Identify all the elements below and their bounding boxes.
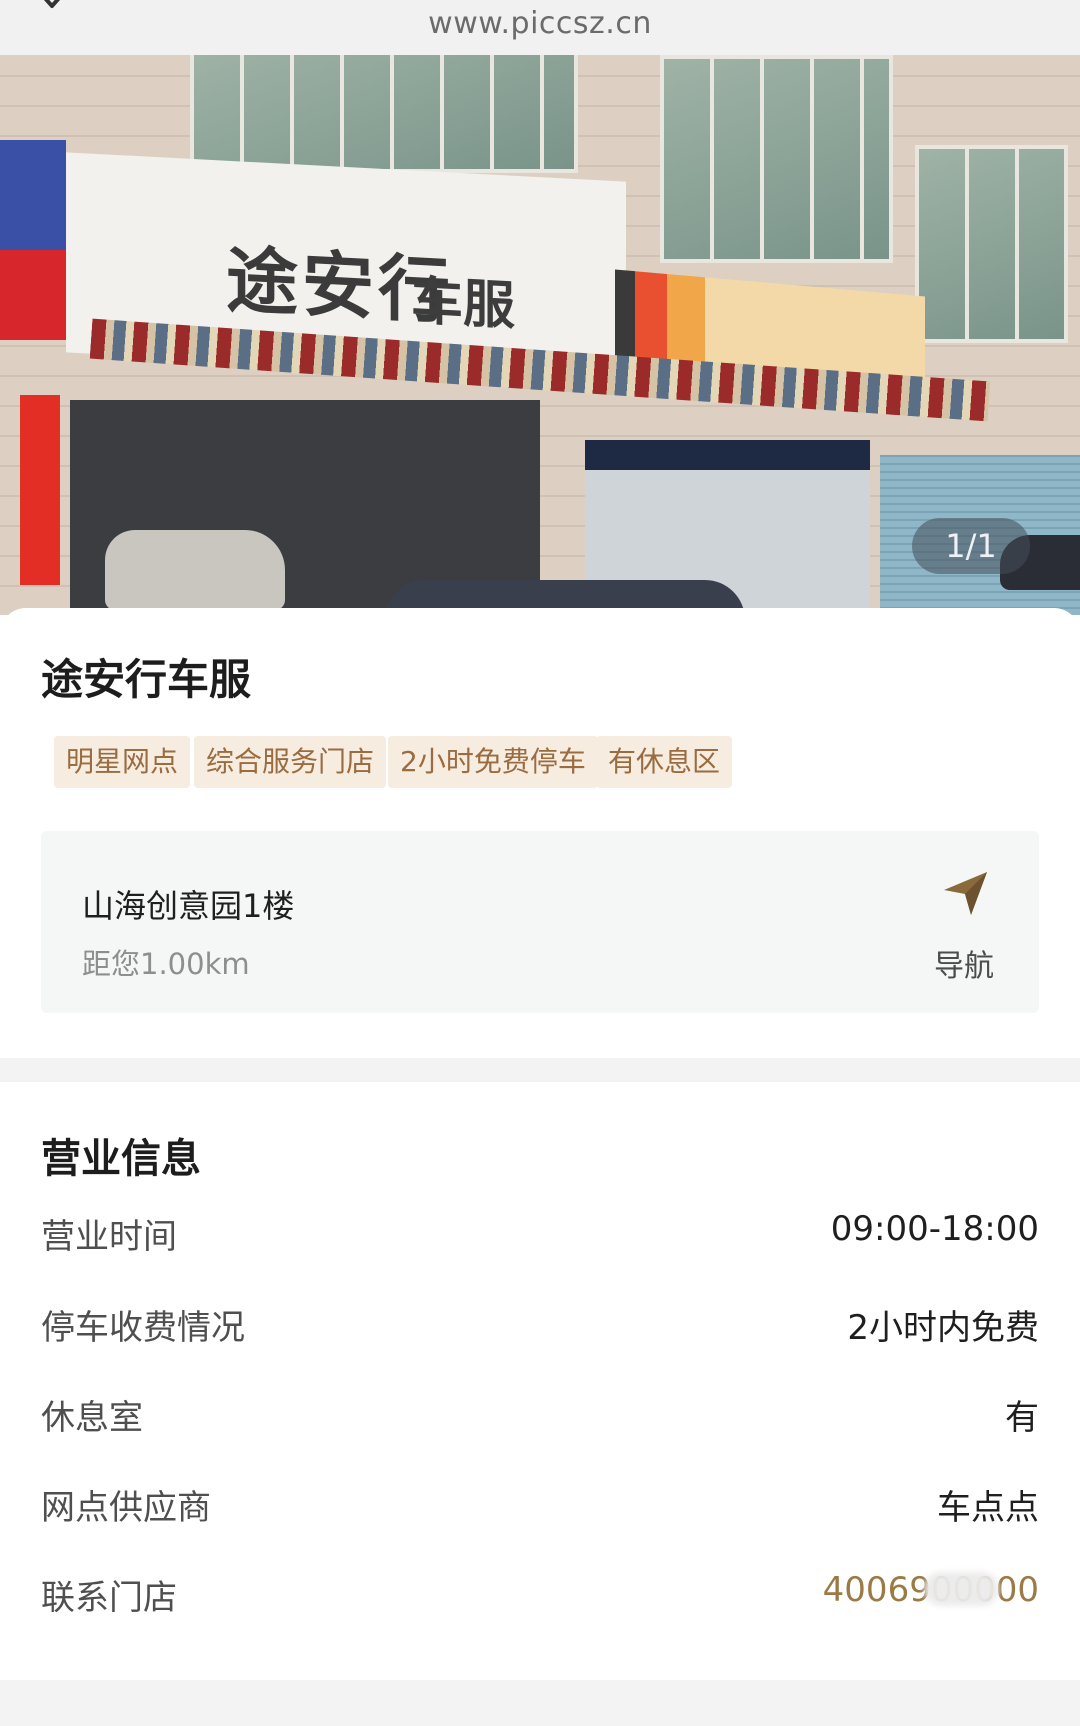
address-text: 山海创意园1楼 <box>82 887 295 925</box>
shop-name: 途安行车服 <box>41 655 252 704</box>
photo-garage-banner <box>585 440 870 470</box>
store-photo[interactable]: 途安行 车服 1/1 <box>0 55 1080 615</box>
tag-item: 综合服务门店 <box>194 736 387 788</box>
shop-info-card: 途安行车服 明星网点 综合服务门店 2小时免费停车 有休息区 山海创意园1楼 距… <box>0 608 1080 1058</box>
business-info-title: 营业信息 <box>41 1136 201 1182</box>
photo-red-sign <box>0 250 70 340</box>
photo-red-banner <box>20 395 60 585</box>
info-row-contact[interactable]: 联系门店 4006900000 <box>41 1570 1039 1620</box>
photo-blue-sign <box>0 140 66 250</box>
info-label: 停车收费情况 <box>41 1308 245 1348</box>
info-value: 有 <box>1005 1398 1039 1438</box>
info-value: 2小时内免费 <box>847 1308 1039 1348</box>
info-row-parking: 停车收费情况 2小时内免费 <box>41 1300 1039 1350</box>
info-value: 车点点 <box>937 1488 1039 1528</box>
tag-item: 有休息区 <box>596 736 733 788</box>
browser-top-bar: www.piccsz.cn <box>0 0 1080 55</box>
navigation-arrow-icon[interactable] <box>941 869 989 917</box>
photo-window <box>915 145 1068 343</box>
info-label: 联系门店 <box>41 1578 177 1618</box>
close-icon[interactable] <box>30 0 70 16</box>
info-row-lounge: 休息室 有 <box>41 1390 1039 1440</box>
photo-car <box>105 530 285 610</box>
photo-window <box>190 55 578 173</box>
info-row-hours: 营业时间 09:00-18:00 <box>41 1209 1039 1259</box>
tag-item: 明星网点 <box>54 736 191 788</box>
address-box[interactable]: 山海创意园1楼 距您1.00km 导航 <box>41 831 1039 1013</box>
info-label: 网点供应商 <box>41 1488 211 1528</box>
signboard-brand-suffix: 车服 <box>411 271 516 337</box>
info-label: 休息室 <box>41 1398 143 1438</box>
tag-item: 2小时免费停车 <box>388 736 598 788</box>
distance-text: 距您1.00km <box>82 947 250 981</box>
photo-window <box>660 55 893 263</box>
business-info-section: 营业信息 营业时间 09:00-18:00 停车收费情况 2小时内免费 休息室 … <box>0 1082 1080 1682</box>
info-value: 09:00-18:00 <box>830 1209 1039 1249</box>
info-label: 营业时间 <box>41 1217 177 1257</box>
photo-counter: 1/1 <box>912 518 1030 574</box>
section-divider <box>0 1058 1080 1082</box>
phone-redaction <box>924 1572 999 1606</box>
bottom-bar <box>0 1680 1080 1726</box>
url-text: www.piccsz.cn <box>428 6 652 41</box>
navigate-button[interactable]: 导航 <box>934 941 994 985</box>
info-row-supplier: 网点供应商 车点点 <box>41 1480 1039 1530</box>
